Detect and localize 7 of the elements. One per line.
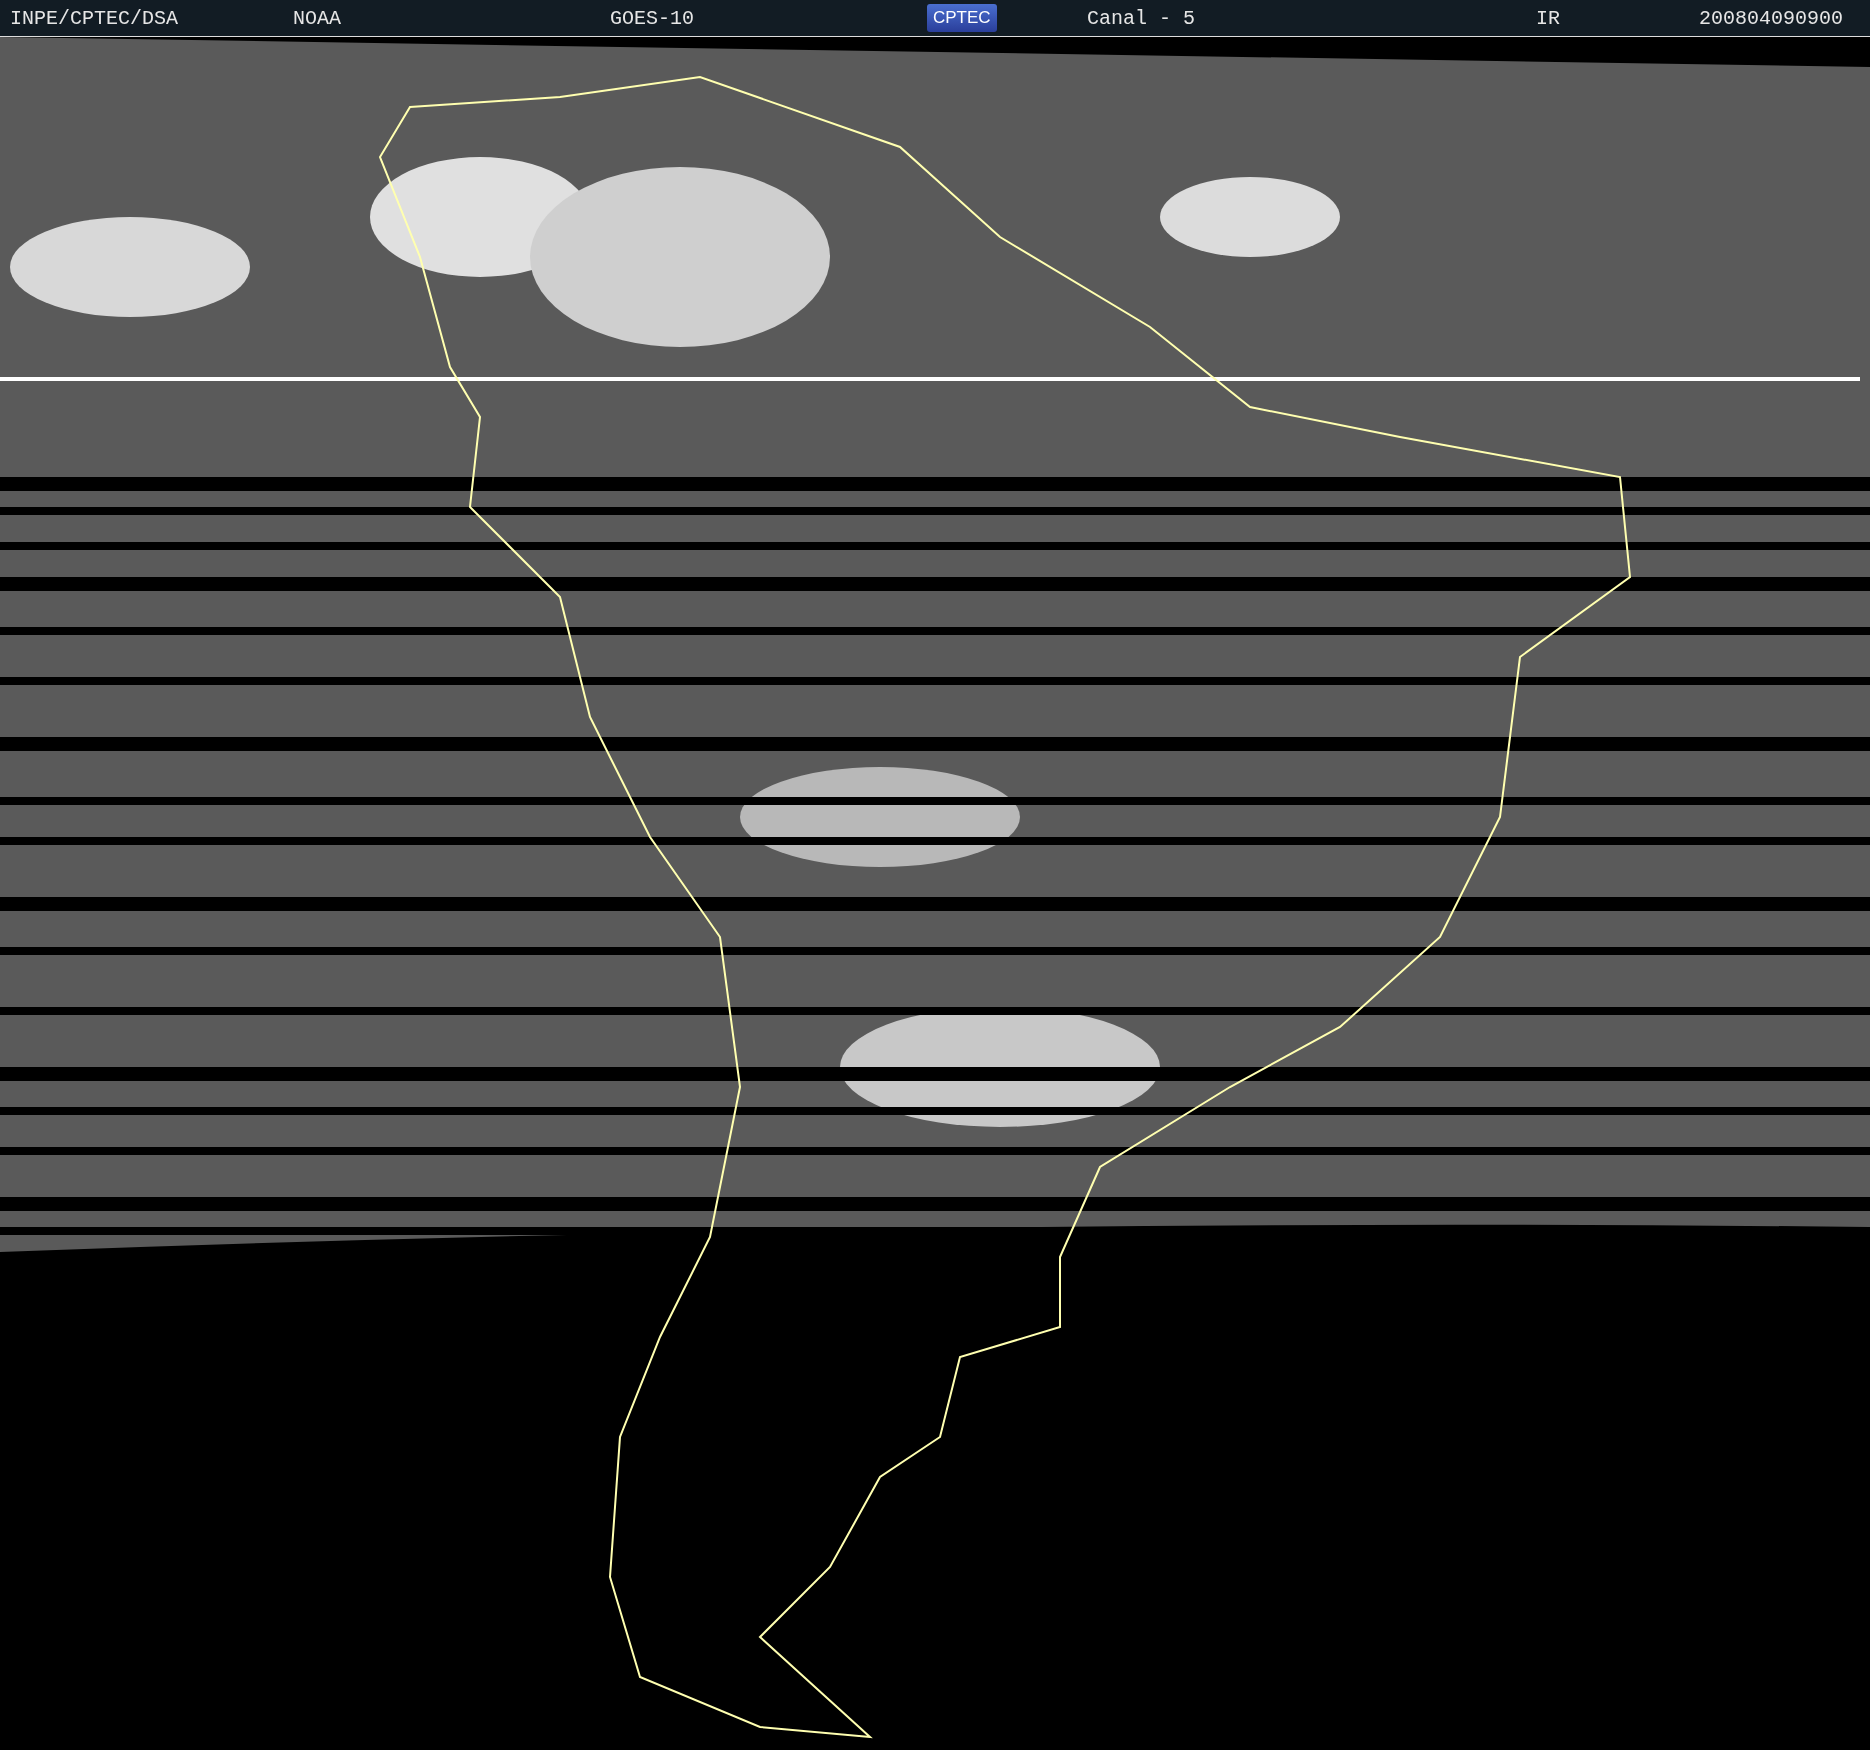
header-label: INPE/CPTEC/DSA xyxy=(10,6,179,30)
header-label: NOAA xyxy=(293,6,341,30)
header-label: IR xyxy=(1536,6,1560,30)
header-label: 200804090900 xyxy=(1699,6,1844,30)
logo: CPTEC xyxy=(927,4,997,32)
header-label: Canal - 5 xyxy=(1087,6,1196,30)
header-label: GOES-10 xyxy=(610,6,694,30)
